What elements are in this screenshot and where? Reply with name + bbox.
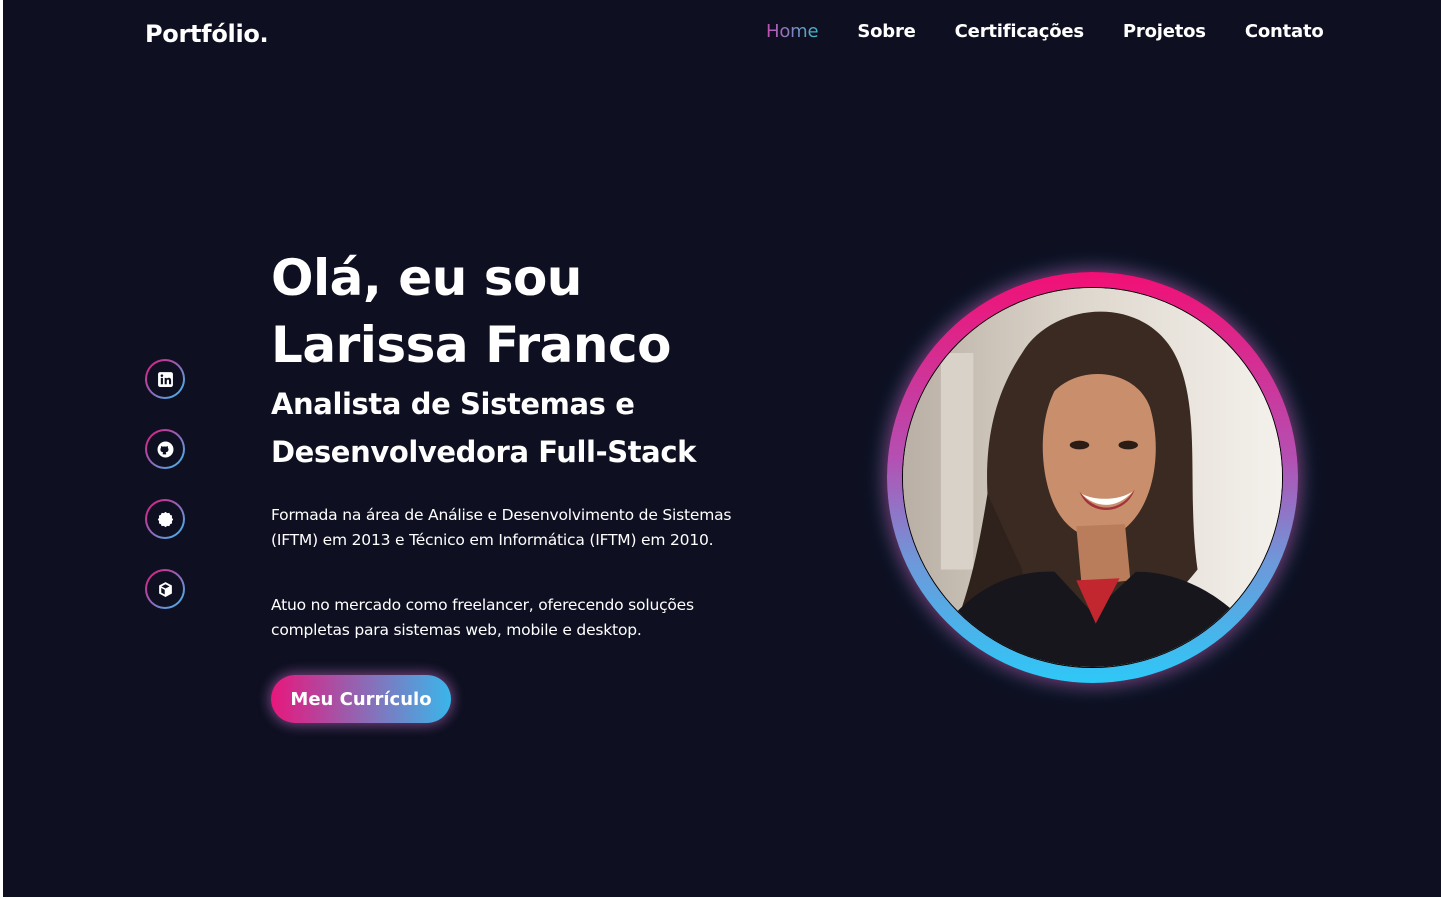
page: Portfólio. Home Sobre Certificações Proj… bbox=[3, 0, 1441, 897]
cv-button[interactable]: Meu Currículo bbox=[271, 675, 451, 723]
github-icon bbox=[147, 431, 183, 467]
logo[interactable]: Portfólio. bbox=[145, 20, 269, 48]
linkedin-link[interactable] bbox=[145, 359, 185, 399]
linkedin-icon bbox=[147, 361, 183, 397]
badge-link[interactable] bbox=[145, 499, 185, 539]
hero-description-1: Formada na área de Análise e Desenvolvim… bbox=[271, 506, 732, 549]
greeting-name: Larissa Franco bbox=[271, 316, 672, 374]
role-line-1: Analista de Sistemas e bbox=[271, 387, 635, 421]
profile-frame bbox=[887, 272, 1298, 683]
cube-icon bbox=[147, 571, 183, 607]
greeting-line-1: Olá, eu sou bbox=[271, 249, 582, 307]
role-line-2: Desenvolvedora Full-Stack bbox=[271, 435, 697, 469]
cube-link[interactable] bbox=[145, 569, 185, 609]
social-links bbox=[145, 359, 185, 609]
nav-contato[interactable]: Contato bbox=[1245, 21, 1324, 42]
github-link[interactable] bbox=[145, 429, 185, 469]
nav-home[interactable]: Home bbox=[766, 21, 819, 42]
hero-greeting: Olá, eu sou Larissa Franco bbox=[271, 245, 831, 379]
profile-photo bbox=[903, 288, 1282, 667]
nav-certificacoes[interactable]: Certificações bbox=[955, 21, 1084, 42]
hero-section: Olá, eu sou Larissa Franco Analista de S… bbox=[271, 245, 831, 643]
main-nav: Home Sobre Certificações Projetos Contat… bbox=[766, 21, 1324, 42]
nav-sobre[interactable]: Sobre bbox=[857, 21, 916, 42]
hero-description-2: Atuo no mercado como freelancer, oferece… bbox=[271, 596, 694, 639]
nav-projetos[interactable]: Projetos bbox=[1123, 21, 1206, 42]
badge-icon bbox=[147, 501, 183, 537]
hero-role: Analista de Sistemas e Desenvolvedora Fu… bbox=[271, 380, 831, 476]
